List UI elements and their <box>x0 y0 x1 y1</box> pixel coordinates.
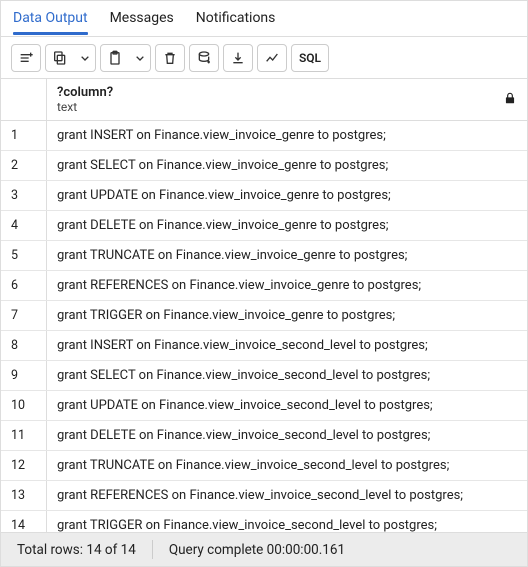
row-number[interactable]: 5 <box>1 241 47 270</box>
cell[interactable]: grant REFERENCES on Finance.view_invoice… <box>47 481 527 510</box>
save-data-changes-button[interactable] <box>189 44 219 72</box>
cell[interactable]: grant INSERT on Finance.view_invoice_sec… <box>47 331 527 360</box>
table-row[interactable]: 5grant TRUNCATE on Finance.view_invoice_… <box>1 241 527 271</box>
add-row-icon <box>18 50 34 66</box>
table-row[interactable]: 8grant INSERT on Finance.view_invoice_se… <box>1 331 527 361</box>
table-row[interactable]: 12grant TRUNCATE on Finance.view_invoice… <box>1 451 527 481</box>
save-db-icon <box>196 50 212 66</box>
cell[interactable]: grant TRUNCATE on Finance.view_invoice_g… <box>47 241 527 270</box>
chevron-down-icon <box>132 50 148 66</box>
cell[interactable]: grant UPDATE on Finance.view_invoice_sec… <box>47 391 527 420</box>
paste-options-button[interactable] <box>129 44 151 72</box>
table-row[interactable]: 4grant DELETE on Finance.view_invoice_ge… <box>1 211 527 241</box>
row-number[interactable]: 2 <box>1 151 47 180</box>
cell[interactable]: grant SELECT on Finance.view_invoice_sec… <box>47 361 527 390</box>
table-row[interactable]: 3grant UPDATE on Finance.view_invoice_ge… <box>1 181 527 211</box>
column-title: ?column? <box>57 85 113 101</box>
chart-line-icon <box>264 50 280 66</box>
row-number[interactable]: 8 <box>1 331 47 360</box>
delete-button[interactable] <box>155 44 185 72</box>
table-row[interactable]: 10grant UPDATE on Finance.view_invoice_s… <box>1 391 527 421</box>
cell[interactable]: grant DELETE on Finance.view_invoice_gen… <box>47 211 527 240</box>
cell[interactable]: grant DELETE on Finance.view_invoice_sec… <box>47 421 527 450</box>
column-type: text <box>57 100 113 114</box>
tab-notifications[interactable]: Notifications <box>196 10 276 34</box>
row-number[interactable]: 10 <box>1 391 47 420</box>
copy-options-button[interactable] <box>74 44 96 72</box>
row-number[interactable]: 12 <box>1 451 47 480</box>
row-number[interactable]: 3 <box>1 181 47 210</box>
table-row[interactable]: 2grant SELECT on Finance.view_invoice_ge… <box>1 151 527 181</box>
cell[interactable]: grant REFERENCES on Finance.view_invoice… <box>47 271 527 300</box>
tab-messages[interactable]: Messages <box>110 10 174 34</box>
trash-icon <box>162 50 178 66</box>
chevron-down-icon <box>77 50 93 66</box>
status-total-rows: Total rows: 14 of 14 <box>1 533 152 566</box>
grid-body: 1grant INSERT on Finance.view_invoice_ge… <box>1 121 527 541</box>
paste-button[interactable] <box>100 44 130 72</box>
clipboard-icon <box>107 50 123 66</box>
cell[interactable]: grant TRIGGER on Finance.view_invoice_ge… <box>47 301 527 330</box>
tab-data-output[interactable]: Data Output <box>13 10 88 34</box>
table-row[interactable]: 6grant REFERENCES on Finance.view_invoic… <box>1 271 527 301</box>
toolbar: SQL <box>1 37 527 79</box>
sql-button[interactable]: SQL <box>291 44 329 72</box>
graph-visualizer-button[interactable] <box>257 44 287 72</box>
row-number[interactable]: 9 <box>1 361 47 390</box>
copy-icon <box>52 50 68 66</box>
row-number-header[interactable] <box>1 79 47 120</box>
lock-icon <box>503 91 517 109</box>
data-grid: ?column? text 1grant INSERT on Finance.v… <box>1 79 527 541</box>
table-row[interactable]: 7grant TRIGGER on Finance.view_invoice_g… <box>1 301 527 331</box>
table-row[interactable]: 9grant SELECT on Finance.view_invoice_se… <box>1 361 527 391</box>
download-icon <box>230 50 246 66</box>
column-header[interactable]: ?column? text <box>47 79 527 120</box>
cell[interactable]: grant SELECT on Finance.view_invoice_gen… <box>47 151 527 180</box>
grid-header: ?column? text <box>1 79 527 121</box>
table-row[interactable]: 11grant DELETE on Finance.view_invoice_s… <box>1 421 527 451</box>
tabs-bar: Data Output Messages Notifications <box>1 1 527 37</box>
row-number[interactable]: 6 <box>1 271 47 300</box>
cell[interactable]: grant TRUNCATE on Finance.view_invoice_s… <box>47 451 527 480</box>
add-row-button[interactable] <box>11 44 41 72</box>
row-number[interactable]: 1 <box>1 121 47 150</box>
download-button[interactable] <box>223 44 253 72</box>
row-number[interactable]: 11 <box>1 421 47 450</box>
cell[interactable]: grant INSERT on Finance.view_invoice_gen… <box>47 121 527 150</box>
row-number[interactable]: 13 <box>1 481 47 510</box>
row-number[interactable]: 7 <box>1 301 47 330</box>
table-row[interactable]: 13grant REFERENCES on Finance.view_invoi… <box>1 481 527 511</box>
copy-button[interactable] <box>45 44 75 72</box>
table-row[interactable]: 1grant INSERT on Finance.view_invoice_ge… <box>1 121 527 151</box>
cell[interactable]: grant UPDATE on Finance.view_invoice_gen… <box>47 181 527 210</box>
row-number[interactable]: 4 <box>1 211 47 240</box>
status-query-complete: Query complete 00:00:00.161 <box>153 533 361 566</box>
status-bar: Total rows: 14 of 14 Query complete 00:0… <box>1 532 527 566</box>
